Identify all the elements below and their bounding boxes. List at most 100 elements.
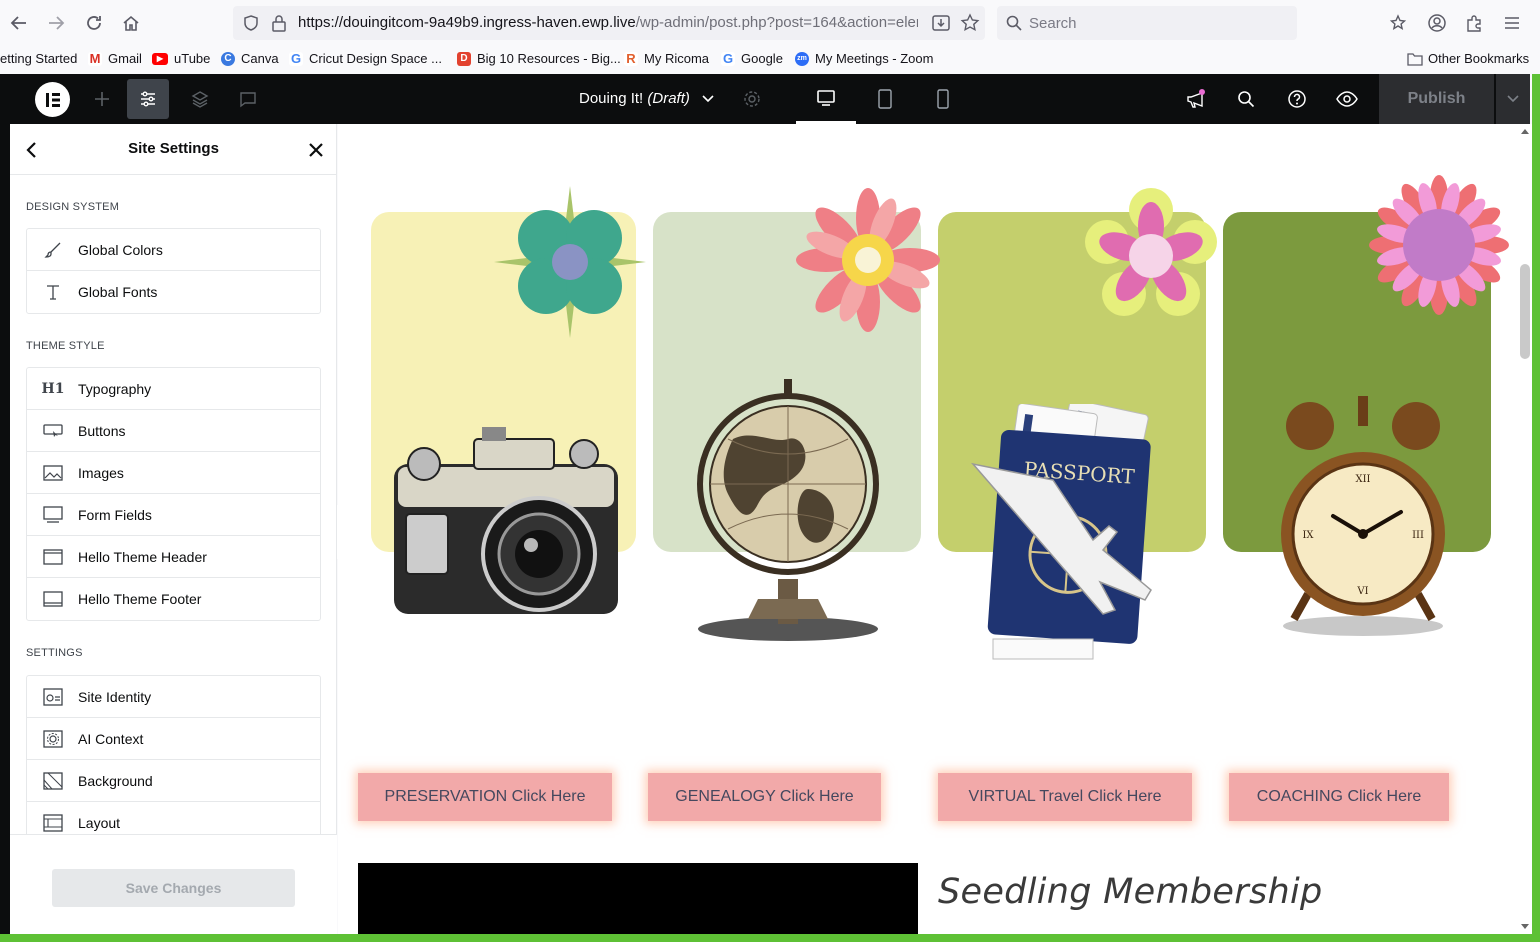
site-settings-button[interactable] xyxy=(127,79,169,119)
purple-daisy-icon xyxy=(1369,175,1509,315)
bookmark-getting-started[interactable]: etting Started xyxy=(0,51,77,66)
background-item[interactable]: Background xyxy=(27,760,320,802)
comments-button[interactable] xyxy=(224,74,272,124)
canvas-scrollbar[interactable] xyxy=(1518,124,1532,934)
bookmark-star-icon[interactable] xyxy=(960,13,980,33)
search-icon xyxy=(1006,15,1022,31)
document-title-button[interactable]: Douing It! (Draft) xyxy=(579,90,714,107)
teal-flower-icon xyxy=(494,186,646,338)
gear-icon xyxy=(744,91,760,107)
elementor-logo-button[interactable] xyxy=(35,82,70,117)
desktop-view-button[interactable] xyxy=(796,74,856,124)
images-item[interactable]: Images xyxy=(27,452,320,494)
left-border xyxy=(0,74,10,934)
globe-illustration xyxy=(697,379,879,641)
save-page-icon[interactable] xyxy=(931,13,951,33)
bookmark-zoom[interactable]: zm My Meetings - Zoom xyxy=(795,51,933,66)
mobile-view-button[interactable] xyxy=(917,74,969,124)
sliders-icon xyxy=(141,91,155,107)
close-icon[interactable] xyxy=(308,142,324,158)
bookmark-big10[interactable]: D Big 10 Resources - Big... xyxy=(457,51,621,66)
button-icon xyxy=(41,421,65,441)
section-heading-design-system: DESIGN SYSTEM xyxy=(26,201,120,213)
site-identity-item[interactable]: Site Identity xyxy=(27,676,320,718)
preservation-button[interactable]: PRESERVATION Click Here xyxy=(358,773,612,821)
desktop-icon xyxy=(817,89,835,106)
structure-button[interactable] xyxy=(176,74,224,124)
bookmark-canva[interactable]: C Canva xyxy=(221,51,279,66)
ai-icon xyxy=(41,729,65,749)
layers-icon xyxy=(191,91,209,108)
item-label: Form Fields xyxy=(78,506,152,523)
video-embed[interactable] xyxy=(358,863,918,934)
global-colors-item[interactable]: Global Colors xyxy=(27,229,320,271)
reload-button[interactable] xyxy=(78,7,110,39)
lock-icon[interactable] xyxy=(271,14,287,32)
notifications-button[interactable] xyxy=(1172,74,1220,124)
save-changes-button[interactable]: Save Changes xyxy=(52,869,295,907)
page-settings-button[interactable] xyxy=(728,74,776,124)
tablet-view-button[interactable] xyxy=(859,74,911,124)
section-heading-theme-style: THEME STYLE xyxy=(26,340,105,352)
ai-context-item[interactable]: AI Context xyxy=(27,718,320,760)
plus-icon xyxy=(95,92,109,106)
home-icon xyxy=(123,15,139,31)
extensions-button[interactable] xyxy=(1458,7,1490,39)
site-settings-panel: Site Settings DESIGN SYSTEM Global Color… xyxy=(10,124,337,934)
forward-button[interactable] xyxy=(40,7,72,39)
clock-numeral: XII xyxy=(1355,474,1370,485)
browser-toolbar: https://douingitcom-9a49b9.ingress-haven… xyxy=(0,0,1540,46)
finder-button[interactable] xyxy=(1222,74,1270,124)
item-label: Hello Theme Footer xyxy=(78,591,202,607)
canva-icon: C xyxy=(221,51,235,66)
address-bar[interactable]: https://douingitcom-9a49b9.ingress-haven… xyxy=(233,6,985,40)
genealogy-button[interactable]: GENEALOGY Click Here xyxy=(648,773,881,821)
scrollbar-thumb[interactable] xyxy=(1520,264,1530,359)
google-icon: G xyxy=(721,50,735,66)
item-label: Layout xyxy=(78,815,121,831)
other-bookmarks[interactable]: Other Bookmarks xyxy=(1407,51,1529,66)
bookmark-youtube[interactable]: ▶ uTube xyxy=(152,51,210,66)
search-icon xyxy=(1238,91,1255,108)
tablet-icon xyxy=(878,89,892,109)
preview-button[interactable] xyxy=(1323,74,1371,124)
bookmark-cricut[interactable]: G Cricut Design Space ... xyxy=(289,51,442,66)
passport-illustration: PASSPORT xyxy=(970,404,1152,660)
bookmark-ricoma[interactable]: R My Ricoma xyxy=(624,51,709,66)
bookmark-google[interactable]: G Google xyxy=(721,51,783,66)
add-element-button[interactable] xyxy=(78,74,126,124)
d-icon: D xyxy=(457,51,471,66)
pocket-button[interactable] xyxy=(1382,7,1414,39)
form-fields-item[interactable]: Form Fields xyxy=(27,494,320,536)
megaphone-icon xyxy=(1187,89,1205,108)
design-system-group: Global Colors Global Fonts xyxy=(26,228,321,314)
other-bookmarks-label: Other Bookmarks xyxy=(1428,51,1530,66)
help-button[interactable] xyxy=(1273,74,1321,124)
scroll-down-icon[interactable] xyxy=(1521,924,1529,930)
publish-options-button[interactable] xyxy=(1495,74,1530,124)
home-button[interactable] xyxy=(115,7,147,39)
publish-button[interactable]: Publish xyxy=(1379,74,1494,124)
hello-theme-header-item[interactable]: Hello Theme Header xyxy=(27,536,320,578)
typography-item[interactable]: H1 Typography xyxy=(27,368,320,410)
item-label: Background xyxy=(78,772,153,789)
hello-theme-footer-item[interactable]: Hello Theme Footer xyxy=(27,578,320,620)
search-bar[interactable]: Search xyxy=(997,6,1297,40)
back-button[interactable] xyxy=(3,7,35,39)
bookmark-label: Gmail xyxy=(108,51,142,66)
buttons-item[interactable]: Buttons xyxy=(27,410,320,452)
menu-button[interactable] xyxy=(1496,7,1528,39)
back-arrow-icon xyxy=(10,16,26,30)
shield-icon[interactable] xyxy=(242,14,260,32)
panel-title: Site Settings xyxy=(128,140,219,157)
clock-numeral: III xyxy=(1412,530,1424,541)
coaching-button[interactable]: COACHING Click Here xyxy=(1229,773,1449,821)
virtual-travel-button[interactable]: VIRTUAL Travel Click Here xyxy=(938,773,1192,821)
bookmark-gmail[interactable]: M Gmail xyxy=(88,51,142,66)
scroll-up-icon[interactable] xyxy=(1521,128,1529,134)
clock-numeral: VI xyxy=(1356,586,1368,597)
theme-style-group: H1 Typography Buttons Images Form Fields… xyxy=(26,367,321,621)
global-fonts-item[interactable]: Global Fonts xyxy=(27,271,320,313)
account-button[interactable] xyxy=(1421,7,1453,39)
elementor-logo-icon xyxy=(45,92,60,107)
